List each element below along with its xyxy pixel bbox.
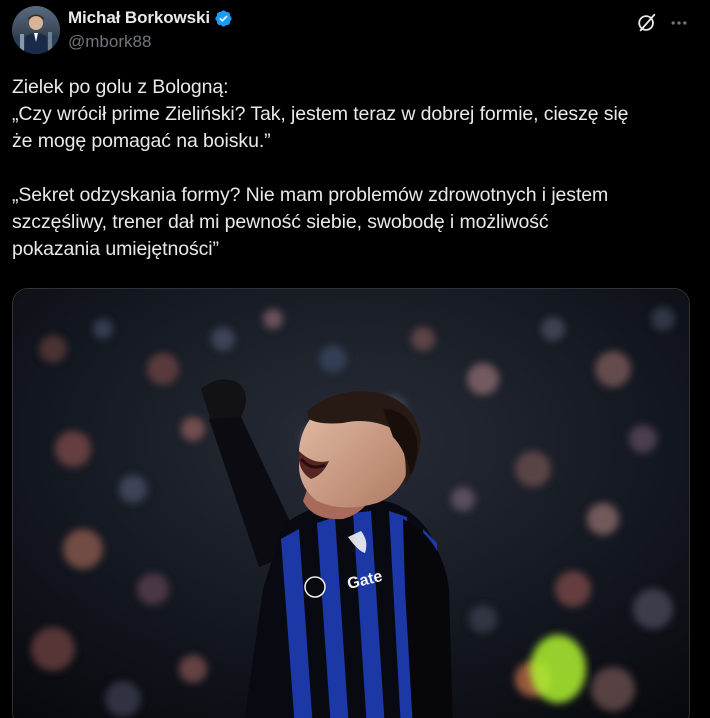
tweet-media-photo[interactable]: Gate [12,288,690,718]
grok-button[interactable] [634,10,660,36]
tweet-header: Michał Borkowski @mbork88 [12,6,702,58]
tweet-paragraph-2: „Sekret odzyskania formy? Nie mam proble… [12,182,696,263]
display-name[interactable]: Michał Borkowski [68,8,210,28]
tweet-paragraph-1: Zielek po golu z Bologną: „Czy wrócił pr… [12,74,696,155]
verified-badge-icon[interactable] [214,9,233,28]
author-names: Michał Borkowski @mbork88 [68,7,233,52]
player-celebration-photo: Gate [13,289,689,718]
tweet-text: Zielek po golu z Bologną: „Czy wrócił pr… [12,74,696,263]
tweet-text-line: że mogę pomagać na boisku.” [12,130,271,152]
more-button[interactable] [666,10,692,36]
more-horizontal-icon [671,21,687,25]
tweet: Michał Borkowski @mbork88 Zielek po golu… [0,0,710,718]
display-name-row: Michał Borkowski [68,7,233,29]
tweet-text-line: szczęśliwy, trener dał mi pewność siebie… [12,211,549,233]
tweet-text-line: „Sekret odzyskania formy? Nie mam proble… [12,184,609,206]
tweet-text-line: pokazania umiejętności” [12,238,219,260]
tweet-text-line: „Czy wrócił prime Zieliński? Tak, jestem… [12,103,629,125]
author-handle[interactable]: @mbork88 [68,32,233,52]
tweet-text-line: Zielek po golu z Bologną: [12,76,229,98]
grok-icon [638,13,656,32]
avatar[interactable] [12,6,60,54]
